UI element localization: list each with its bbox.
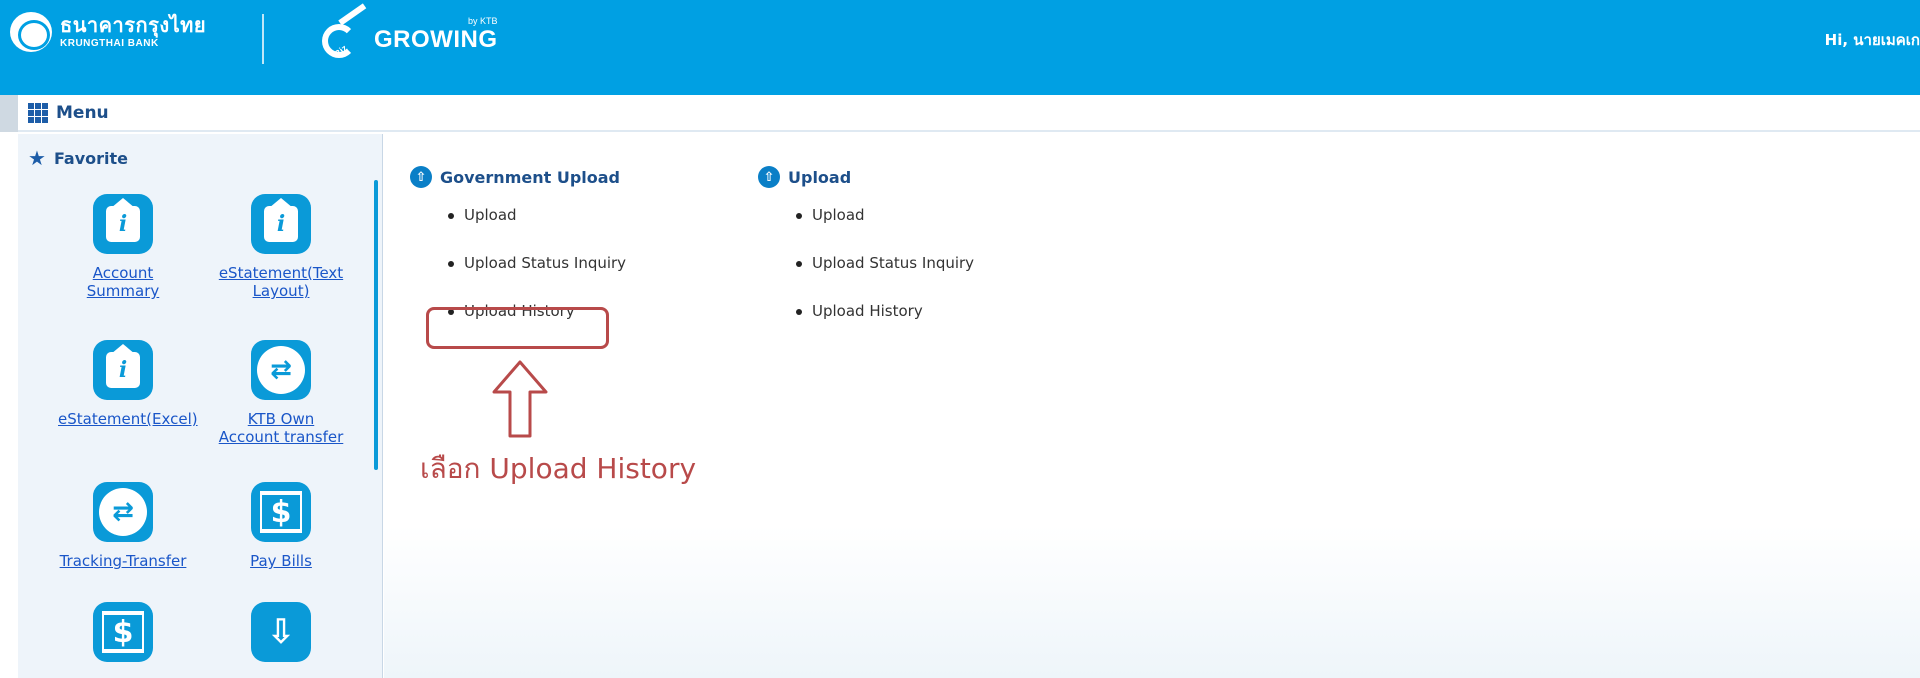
upload-status-inquiry-link[interactable]: Upload Status Inquiry [796,254,974,302]
by-ktb-label: by KTB [467,16,498,26]
favorites-sidebar: ★ Favorite i Account Summary i eStatemen… [18,134,383,678]
section-title: Upload [788,167,852,187]
transfer-arrows-icon: ⇄ [251,340,311,400]
upload-history-link[interactable]: Upload History [796,302,974,350]
favorite-label-text[interactable]: Pay Bills [216,552,346,570]
bank-name-english: KRUNGTHAI BANK [60,38,159,49]
upload-icon: ⇧ [758,166,780,188]
upload-icon: ⇧ [410,166,432,188]
info-document-icon: i [93,340,153,400]
header-divider [262,14,264,64]
bank-logo[interactable]: ธนาคารกรุงไทย KRUNGTHAI BANK [10,12,206,52]
dollar-icon: $ [93,602,153,662]
menu-label: Menu [56,102,109,123]
grid-icon [28,102,48,123]
dollar-icon: $ [251,482,311,542]
growing-mark-icon: Biz [322,3,370,60]
favorite-label-text[interactable]: Account Summary [58,264,188,300]
upload-section: ⇧ Upload Upload Upload Status Inquiry Up… [758,166,974,350]
favorite-label-text[interactable]: eStatement(Excel) [58,410,198,428]
upload-link[interactable]: Upload [796,206,974,254]
bank-emblem-icon [10,12,52,52]
favorite-header: ★ Favorite [28,148,128,168]
favorite-grid: i Account Summary i eStatement(Text Layo… [58,194,346,678]
info-document-icon: i [93,194,153,254]
favorite-ktb-own-transfer[interactable]: ⇄ KTB Own Account transfer [216,340,346,482]
bank-name-thai: ธนาคารกรุงไทย [60,13,207,37]
favorite-estatement-text[interactable]: i eStatement(Text Layout) [216,194,346,340]
top-header: ธนาคารกรุงไทย KRUNGTHAI BANK Biz by KTB … [0,0,1920,95]
star-icon: ★ [28,146,46,170]
gov-upload-status-inquiry-link[interactable]: Upload Status Inquiry [448,254,626,302]
user-greeting[interactable]: Hi, นายเมคเก [1825,28,1920,52]
section-title: Government Upload [440,167,620,187]
favorite-account-summary[interactable]: i Account Summary [58,194,188,340]
transfer-arrows-icon: ⇄ [93,482,153,542]
favorite-pay-bills[interactable]: $ Pay Bills [216,482,346,602]
favorite-estatement-excel[interactable]: i eStatement(Excel) [58,340,198,482]
annotation-text: เลือก Upload History [420,452,697,485]
info-document-icon: i [251,194,311,254]
menu-bar[interactable]: Menu [18,95,1920,132]
gov-upload-link[interactable]: Upload [448,206,626,254]
biz-growing-logo[interactable]: Biz by KTB GROWING [322,3,498,60]
growing-label: GROWING [374,26,498,53]
favorite-download[interactable]: ⇩ [216,602,346,678]
favorite-tracking-transfer[interactable]: ⇄ Tracking-Transfer [58,482,188,602]
favorite-label: Favorite [53,148,129,168]
upload-links: Upload Upload Status Inquiry Upload Hist… [758,206,974,350]
main-content: ⇧ Government Upload Upload Upload Status… [384,134,1920,678]
annotation-up-arrow-icon [492,360,548,438]
favorite-label-text[interactable]: KTB Own Account transfer [216,410,346,446]
favorite-label-text[interactable]: Tracking-Transfer [58,552,188,570]
menu-tab-edge [0,95,18,132]
favorite-label-text[interactable]: eStatement(Text Layout) [216,264,346,300]
annotation-highlight-box [426,307,609,349]
favorite-bill-payment[interactable]: $ [58,602,188,678]
download-tray-icon: ⇩ [251,602,311,662]
sidebar-scrollbar[interactable] [374,180,378,470]
